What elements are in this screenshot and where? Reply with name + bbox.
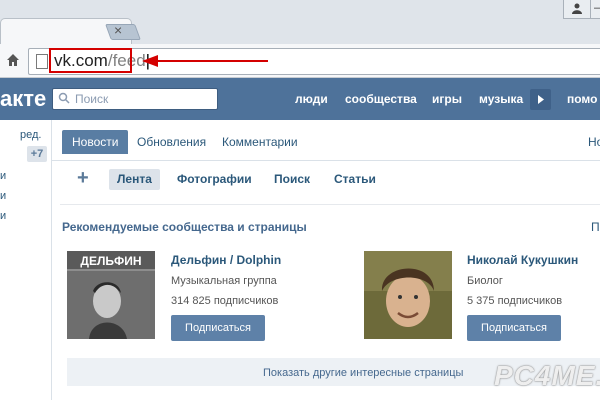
filter-feed[interactable]: Лента (109, 169, 160, 190)
nav-communities[interactable]: сообщества (345, 92, 417, 106)
dolphin-image-text: ДЕЛЬФИН (80, 254, 141, 268)
profile-button[interactable] (563, 0, 591, 19)
kukushkin-avatar[interactable] (364, 251, 452, 339)
subscribe-button[interactable]: Подписаться (467, 315, 561, 341)
new-tab-button[interactable] (105, 24, 141, 40)
nav-music[interactable]: музыка (479, 92, 523, 106)
card-subscribers: 5 375 подписчиков (467, 295, 563, 307)
watermark: PC4ME.I (494, 360, 600, 391)
add-list-button[interactable]: + (77, 167, 89, 190)
nav-games[interactable]: игры (432, 92, 462, 106)
tab-updates[interactable]: Обновления (127, 130, 216, 154)
filter-articles[interactable]: Статьи (334, 172, 376, 186)
card-subscribers: 314 825 подписчиков (171, 295, 279, 307)
show-more-link[interactable]: Показать другие интересные страницы (263, 367, 463, 379)
nav-help[interactable]: помо (567, 92, 597, 106)
url-highlight-box (49, 48, 132, 73)
search-icon (58, 92, 70, 104)
kukushkin-photo (364, 251, 452, 339)
dolphin-avatar[interactable]: ДЕЛЬФИН (67, 251, 155, 339)
divider (60, 204, 600, 205)
recommended-edge-link[interactable]: П (591, 220, 600, 234)
music-play-button[interactable] (530, 89, 551, 110)
tab-news[interactable]: Новости (62, 130, 129, 154)
recommended-title: Рекомендуемые сообщества и страницы (62, 220, 307, 234)
tab-comments[interactable]: Комментарии (212, 130, 308, 154)
minimize-button[interactable]: – (590, 0, 600, 19)
sidebar-counter-badge[interactable]: +7 (27, 146, 47, 162)
play-icon (538, 95, 544, 104)
sidebar-item[interactable]: и (0, 170, 6, 182)
dolphin-photo: ДЕЛЬФИН (67, 251, 155, 339)
page-icon (36, 54, 48, 69)
nav-people[interactable]: люди (295, 92, 328, 106)
tab-edge-cut[interactable]: Но (588, 135, 600, 149)
card-name[interactable]: Николай Кукушкин (467, 253, 578, 267)
sidebar-item[interactable]: и (0, 210, 6, 222)
filter-photos[interactable]: Фотографии (177, 172, 252, 186)
subscribe-button[interactable]: Подписаться (171, 315, 265, 341)
search-placeholder: Поиск (75, 92, 109, 106)
vk-logo[interactable]: акте (0, 86, 46, 112)
home-icon[interactable] (6, 53, 20, 67)
red-arrow-icon (142, 55, 268, 67)
person-icon (572, 3, 582, 14)
left-sidebar (0, 120, 52, 400)
card-name[interactable]: Дельфин / Dolphin (171, 253, 281, 267)
card-type: Музыкальная группа (171, 275, 277, 287)
card-type: Биолог (467, 275, 503, 287)
filter-search[interactable]: Поиск (274, 172, 310, 186)
sidebar-item[interactable]: и (0, 190, 6, 202)
tab-close-icon[interactable]: × (114, 22, 122, 38)
sidebar-edit-link[interactable]: ред. (20, 129, 41, 141)
